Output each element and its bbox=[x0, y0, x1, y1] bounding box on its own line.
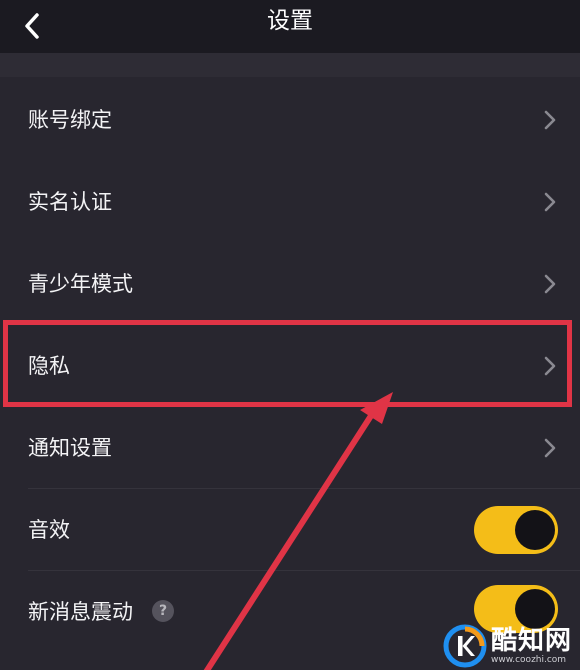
settings-screen: 设置 账号绑定 实名认证 青少年模式 隐私 通知设置 音效 新消息震动 ? 酷知… bbox=[0, 0, 580, 670]
sound-effects-toggle[interactable] bbox=[474, 506, 558, 554]
chevron-right-icon bbox=[544, 274, 556, 294]
highlight-box bbox=[3, 320, 572, 407]
header-bar: 设置 bbox=[0, 0, 580, 53]
chevron-right-icon bbox=[544, 110, 556, 130]
settings-item-label: 通知设置 bbox=[28, 436, 112, 460]
coozhi-logo-icon bbox=[443, 624, 487, 668]
chevron-right-icon bbox=[544, 438, 556, 458]
section-spacer bbox=[0, 53, 580, 77]
chevron-right-icon bbox=[544, 192, 556, 212]
settings-item-account-binding[interactable]: 账号绑定 bbox=[0, 79, 580, 161]
watermark-url: www.coozhi.com bbox=[490, 655, 567, 665]
settings-item-real-name[interactable]: 实名认证 bbox=[0, 161, 580, 243]
toggle-knob bbox=[515, 510, 555, 550]
help-icon[interactable]: ? bbox=[152, 600, 174, 622]
settings-item-label: 实名认证 bbox=[28, 190, 112, 214]
settings-item-label: 音效 bbox=[28, 518, 70, 542]
settings-item-notifications[interactable]: 通知设置 bbox=[0, 407, 580, 489]
settings-item-teen-mode[interactable]: 青少年模式 bbox=[0, 243, 580, 325]
settings-item-sound-effects: 音效 bbox=[0, 489, 580, 571]
watermark-name: 酷知网 bbox=[490, 626, 572, 656]
settings-item-label: 新消息震动 bbox=[28, 600, 133, 624]
watermark: 酷知网 www.coozhi.com bbox=[443, 624, 572, 668]
settings-item-label: 账号绑定 bbox=[28, 108, 112, 132]
settings-item-label: 青少年模式 bbox=[28, 272, 133, 296]
toggle-knob bbox=[515, 589, 555, 629]
page-title: 设置 bbox=[267, 8, 313, 34]
watermark-text: 酷知网 www.coozhi.com bbox=[491, 627, 572, 665]
